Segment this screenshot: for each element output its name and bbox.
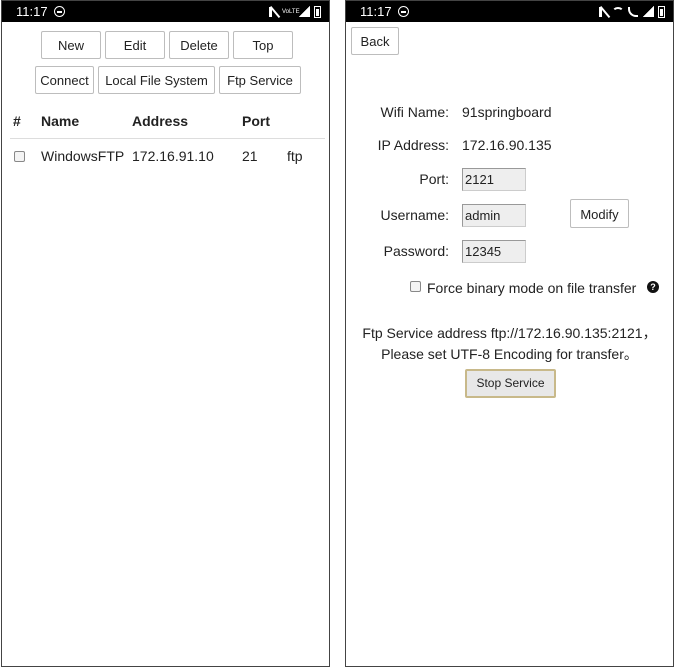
ftp-client-screen: 11:17 VoLTE New Edit Delete Top Connect … [1,0,330,667]
password-label: Password: [383,243,449,259]
stop-service-button[interactable]: Stop Service [465,369,556,398]
row-name: WindowsFTP [41,148,125,164]
mute-icon [269,6,278,17]
column-header-address[interactable]: Address [132,113,188,129]
status-bar: 11:17 VoLTE [2,1,329,22]
local-file-system-button[interactable]: Local File System [98,66,215,94]
column-header-name[interactable]: Name [41,113,79,129]
volte-icon: VoLTE [282,8,300,15]
row-port: 21 [242,148,258,164]
row-address: 172.16.91.10 [132,148,214,164]
wifi-name-label: Wifi Name: [380,104,449,120]
ftp-service-screen: 11:17 Back Wifi Name: 91springboard IP A… [345,0,674,667]
top-button[interactable]: Top [233,31,293,59]
do-not-disturb-icon [398,6,409,17]
row-checkbox[interactable] [14,151,25,162]
ip-address-value: 172.16.90.135 [462,137,552,153]
battery-icon [314,5,321,18]
username-label: Username: [380,207,449,223]
connect-button[interactable]: Connect [35,66,94,94]
signal-icon [642,6,654,17]
force-binary-checkbox[interactable] [410,281,421,292]
status-time: 11:17 [16,4,48,19]
status-time: 11:17 [360,4,392,19]
column-header-index: # [13,113,21,129]
modify-button[interactable]: Modify [570,199,629,228]
encoding-hint-message: Please set UTF-8 Encoding for transfer。 [381,346,638,362]
wifi-icon [612,6,624,17]
signal-icon [298,6,310,17]
new-button[interactable]: New [41,31,101,59]
row-type: ftp [287,148,303,164]
force-binary-label: Force binary mode on file transfer [427,280,637,296]
ip-address-label: IP Address: [377,137,449,153]
column-header-port[interactable]: Port [242,113,270,129]
username-input[interactable] [462,204,526,227]
wifi-name-value: 91springboard [462,104,552,120]
table-divider [10,138,325,139]
port-label: Port: [419,171,449,187]
password-input[interactable] [462,240,526,263]
ftp-service-button[interactable]: Ftp Service [219,66,301,94]
delete-button[interactable]: Delete [169,31,229,59]
mute-icon [599,6,608,17]
status-bar: 11:17 [346,1,673,22]
help-icon[interactable]: ? [647,281,659,293]
battery-icon [658,5,665,18]
back-button[interactable]: Back [351,27,399,55]
do-not-disturb-icon [54,6,65,17]
service-address-message: Ftp Service address ftp://172.16.90.135:… [362,325,657,341]
wifi-calling-icon [628,6,638,17]
port-input[interactable] [462,168,526,191]
edit-button[interactable]: Edit [105,31,165,59]
